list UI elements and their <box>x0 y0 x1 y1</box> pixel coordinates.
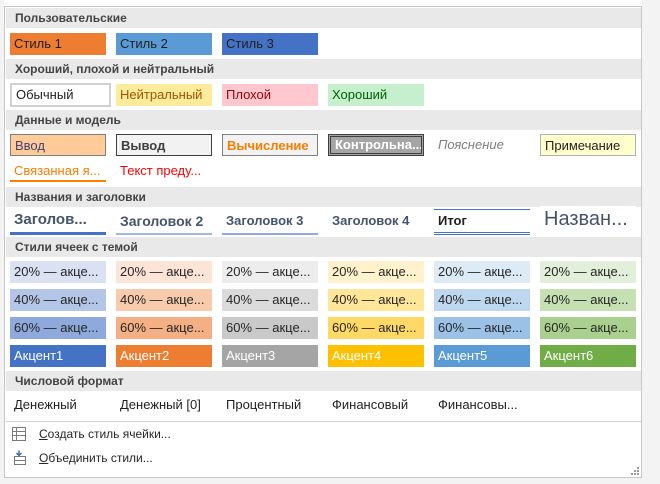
section-header-data-model: Данные и модель <box>6 110 641 130</box>
style-40-accent-1[interactable]: 40% — акце... <box>10 289 106 311</box>
style-good[interactable]: Хороший <box>328 84 424 106</box>
style-accent-3[interactable]: Акцент3 <box>222 345 318 367</box>
style-note[interactable]: Примечание <box>540 134 636 156</box>
style-60-accent-3[interactable]: 60% — акце... <box>222 317 318 339</box>
style-percent[interactable]: Процентный <box>222 394 318 416</box>
style-calculation[interactable]: Вычисление <box>222 134 318 156</box>
style-40-accent-6[interactable]: 40% — акце... <box>540 289 636 311</box>
style-comma-0[interactable]: Финансовы... <box>434 394 530 416</box>
section-header-custom: Пользовательские <box>6 8 641 28</box>
style-warning-text[interactable]: Текст преду... <box>116 160 212 182</box>
style-20-accent-2[interactable]: 20% — акце... <box>116 261 212 283</box>
style-60-accent-1[interactable]: 60% — акце... <box>10 317 106 339</box>
style-input[interactable]: Ввод <box>10 134 106 156</box>
section-header-themed: Стили ячеек с темой <box>6 237 641 257</box>
new-cell-style-hotkey: С <box>39 427 48 441</box>
style-60-accent-2[interactable]: 60% — акце... <box>116 317 212 339</box>
merge-styles-label: Объединить стили... <box>39 448 153 468</box>
merge-styles-icon <box>14 450 26 465</box>
style-explanatory[interactable]: Пояснение <box>434 134 530 156</box>
style-comma[interactable]: Финансовый <box>328 394 424 416</box>
section-header-good-bad-neutral: Хороший, плохой и нейтральный <box>6 59 641 79</box>
style-heading-4[interactable]: Заголовок 4 <box>328 210 424 235</box>
style-60-accent-6[interactable]: 60% — акце... <box>540 317 636 339</box>
style-20-accent-4[interactable]: 20% — акце... <box>328 261 424 283</box>
sheet-background-bottom <box>0 478 660 484</box>
new-cell-style-label: Создать стиль ячейки... <box>39 424 171 444</box>
style-neutral[interactable]: Нейтральный <box>116 84 212 106</box>
merge-styles-button[interactable]: Объединить стили... <box>11 448 211 468</box>
style-custom-1[interactable]: Стиль 1 <box>10 33 106 55</box>
style-40-accent-5[interactable]: 40% — акце... <box>434 289 530 311</box>
footer-divider <box>6 421 641 422</box>
style-normal[interactable]: Обычный <box>10 83 111 107</box>
style-accent-2[interactable]: Акцент2 <box>116 345 212 367</box>
style-heading-2[interactable]: Заголовок 2 <box>116 210 212 235</box>
style-60-accent-5[interactable]: 60% — акце... <box>434 317 530 339</box>
style-20-accent-3[interactable]: 20% — акце... <box>222 261 318 283</box>
style-20-accent-1[interactable]: 20% — акце... <box>10 261 106 283</box>
style-accent-5[interactable]: Акцент5 <box>434 345 530 367</box>
style-accent-4[interactable]: Акцент4 <box>328 345 424 367</box>
style-total[interactable]: Итог <box>434 209 530 235</box>
resize-grip-icon[interactable] <box>631 467 639 475</box>
style-40-accent-4[interactable]: 40% — акце... <box>328 289 424 311</box>
new-cell-style-button[interactable]: Создать стиль ячейки... <box>11 424 211 444</box>
cell-styles-gallery: Пользовательские Стиль 1 Стиль 2 Стиль 3… <box>4 6 642 478</box>
style-currency[interactable]: Денежный <box>10 394 106 416</box>
section-header-titles: Названия и заголовки <box>6 187 641 207</box>
style-40-accent-2[interactable]: 40% — акце... <box>116 289 212 311</box>
style-accent-6[interactable]: Акцент6 <box>540 345 636 367</box>
sheet-background-right <box>642 0 660 484</box>
style-custom-2[interactable]: Стиль 2 <box>116 33 212 55</box>
style-heading-3[interactable]: Заголовок 3 <box>222 210 318 235</box>
merge-styles-hotkey: О <box>39 451 49 465</box>
section-header-number-format: Числовой формат <box>6 371 641 391</box>
style-custom-3[interactable]: Стиль 3 <box>222 33 318 55</box>
style-title[interactable]: Назван... <box>540 206 636 234</box>
style-20-accent-5[interactable]: 20% — акце... <box>434 261 530 283</box>
style-accent-1[interactable]: Акцент1 <box>10 345 106 367</box>
style-check-cell[interactable]: Контрольна... <box>328 134 424 156</box>
merge-styles-label-rest: бъединить стили... <box>48 451 153 465</box>
style-output[interactable]: Вывод <box>116 134 212 156</box>
style-20-accent-6[interactable]: 20% — акце... <box>540 261 636 283</box>
style-60-accent-4[interactable]: 60% — акце... <box>328 317 424 339</box>
new-cell-style-label-rest: оздать стиль ячейки... <box>47 427 171 441</box>
style-currency-0[interactable]: Денежный [0] <box>116 394 212 416</box>
style-40-accent-3[interactable]: 40% — акце... <box>222 289 318 311</box>
style-heading-1[interactable]: Заголов... <box>10 209 106 235</box>
style-bad[interactable]: Плохой <box>222 84 318 106</box>
new-cell-style-icon <box>12 427 26 441</box>
style-linked-cell[interactable]: Связанная я... <box>10 160 106 182</box>
